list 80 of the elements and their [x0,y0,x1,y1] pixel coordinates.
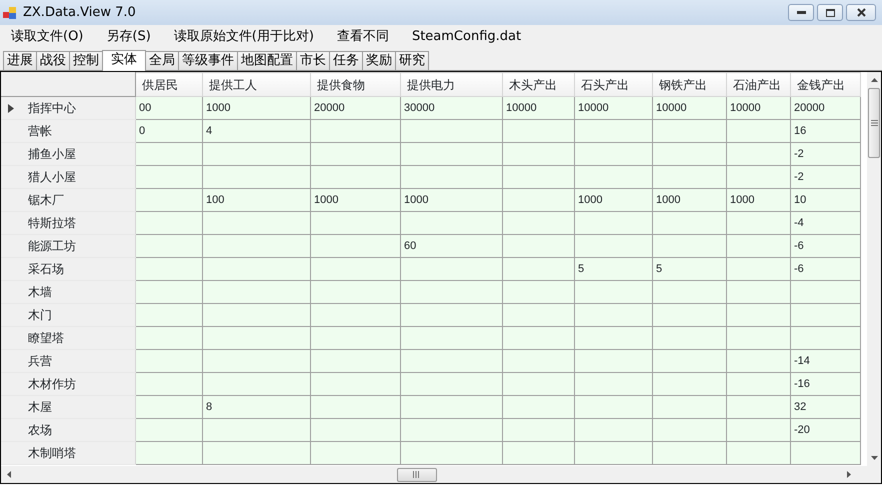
column-header[interactable]: 提供食物 [310,72,400,96]
menu-item[interactable]: 读取文件(O) [3,25,92,49]
column-header[interactable]: 供居民 [136,72,202,96]
minimize-button[interactable] [788,4,814,21]
table-cell: 30000 [404,102,435,114]
table-cell: -16 [794,378,810,390]
minimize-icon [796,11,806,14]
tab[interactable]: 市长 [296,51,330,70]
table-cell: -14 [794,355,810,367]
column-header[interactable]: 石油产出 [726,72,790,96]
window-title: ZX.Data.View 7.0 [23,4,136,22]
table-cell: 1000 [730,194,754,206]
scrollbar-thumb[interactable] [868,88,880,158]
row-header[interactable]: 采石场 [28,262,64,276]
column-header[interactable]: 提供工人 [202,72,310,96]
scrollbar-thumb[interactable] [397,468,437,482]
table-cell: -2 [794,148,804,160]
table-cell: -2 [794,171,804,183]
menu-item[interactable]: 另存(S) [98,25,159,49]
row-header[interactable]: 木屋 [28,400,52,414]
menu-item[interactable]: SteamConfig.dat [404,25,530,49]
menu-item[interactable]: 查看不同 [328,25,397,49]
close-icon [856,8,866,17]
table-cell: 1000 [578,194,602,206]
column-header[interactable]: 金钱产出 [790,72,860,96]
table-cell: 1000 [656,194,680,206]
table-cell: 5 [656,263,662,275]
row-header[interactable]: 瞭望塔 [28,331,64,345]
scroll-down-icon[interactable] [870,456,878,460]
table-cell: 10000 [730,102,761,114]
table-cell: 10 [794,194,806,206]
table-cell: 1000 [404,194,428,206]
table-cell: 00 [139,102,152,114]
tab[interactable]: 控制 [69,51,103,70]
column-header[interactable]: 提供电力 [400,72,502,96]
table-cell: 10000 [506,102,537,114]
row-header[interactable]: 农场 [28,423,52,437]
row-header[interactable]: 木门 [28,308,52,322]
restore-icon [826,8,834,16]
tab[interactable]: 奖励 [362,51,396,70]
tab[interactable]: 战役 [36,51,70,70]
tab[interactable]: 等级事件 [178,51,238,70]
table-cell: 1000 [206,102,230,114]
table-cell: 16 [794,125,806,137]
table-cell: -6 [794,263,804,275]
table-cell: -4 [794,217,804,229]
table-cell: 10000 [578,102,609,114]
tab[interactable]: 实体 [102,50,146,71]
table-cell: 5 [578,263,584,275]
table-cell: 8 [206,401,212,413]
table-cell: 20000 [314,102,345,114]
table-cell: 100 [206,194,224,206]
row-header[interactable]: 锯木厂 [28,193,64,207]
tab[interactable]: 任务 [329,51,363,70]
table-cell: 1000 [314,194,338,206]
close-button[interactable] [846,4,876,21]
row-header[interactable]: 木墙 [28,285,52,299]
app-icon [3,6,17,20]
table-cell: 20000 [794,102,825,114]
table-cell: 32 [794,401,806,413]
table-cell: -20 [794,424,810,436]
column-header[interactable]: 木头产出 [502,72,574,96]
scroll-up-icon[interactable] [870,78,878,82]
table-cell: 60 [404,240,416,252]
tab[interactable]: 进展 [3,51,37,70]
menu-item[interactable]: 读取原始文件(用于比对) [166,25,322,49]
tab[interactable]: 全局 [145,51,179,70]
table-cell: 10000 [656,102,687,114]
row-header[interactable]: 兵营 [28,354,52,368]
row-header[interactable]: 营帐 [28,124,52,138]
scroll-left-icon[interactable] [7,471,11,478]
tab[interactable]: 研究 [395,51,429,70]
table-cell: 0 [139,125,146,137]
restore-button[interactable] [817,4,843,21]
table-cell: 4 [206,125,212,137]
tab[interactable]: 地图配置 [237,51,297,70]
scroll-right-icon[interactable] [847,471,851,478]
column-header[interactable]: 钢铁产出 [652,72,726,96]
column-header[interactable]: 石头产出 [574,72,652,96]
table-cell: -6 [794,240,804,252]
